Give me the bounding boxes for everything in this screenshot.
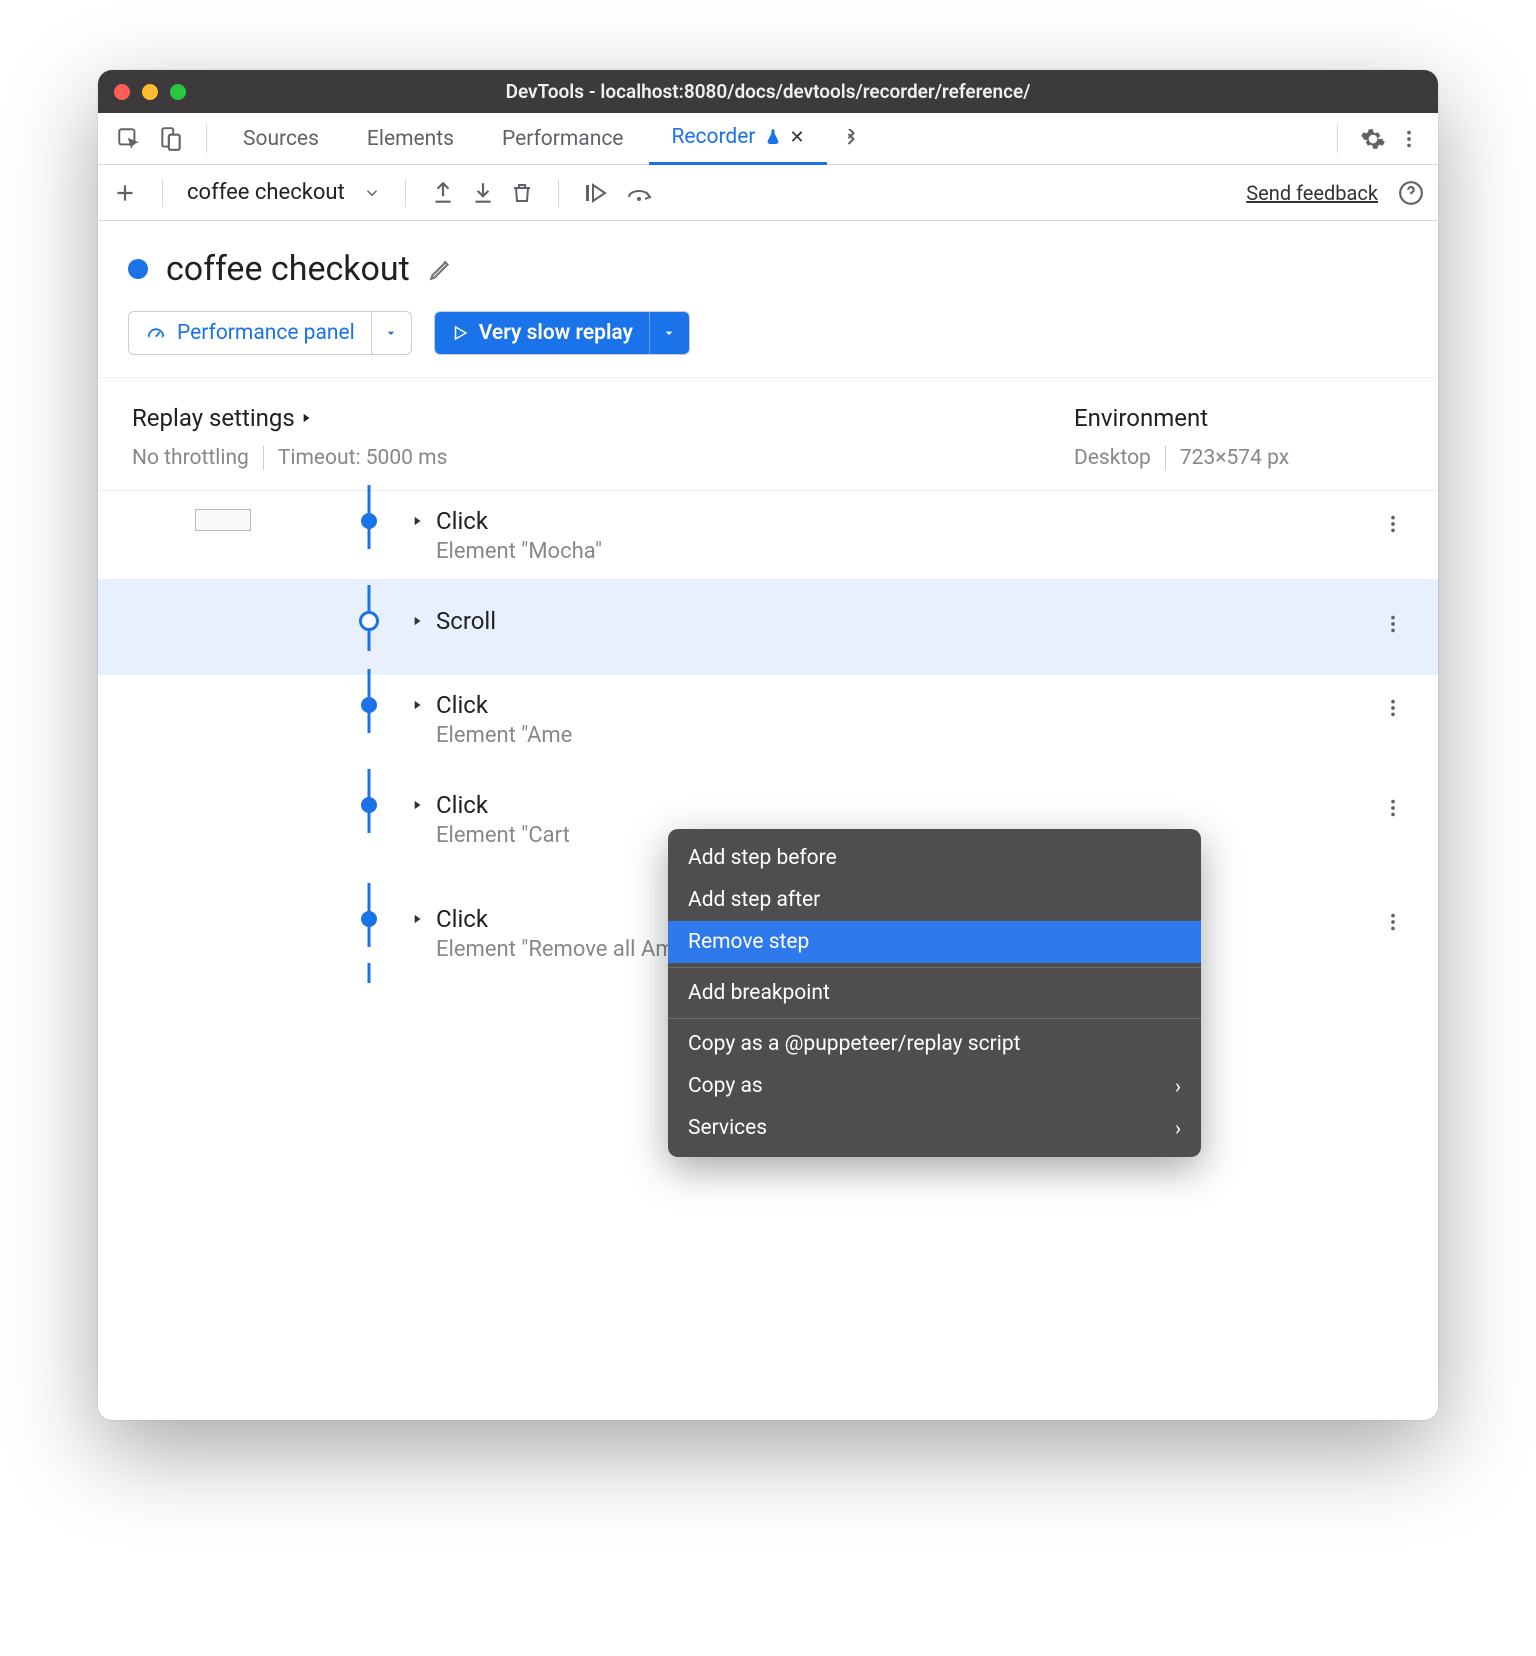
devtools-window: DevTools - localhost:8080/docs/devtools/… <box>98 70 1438 1420</box>
divider <box>162 179 163 207</box>
tab-elements[interactable]: Elements <box>345 113 476 165</box>
settings-row: Replay settings No throttling Timeout: 5… <box>98 378 1438 491</box>
step-over-icon[interactable] <box>625 181 655 205</box>
ctx-add-before[interactable]: Add step before <box>668 837 1201 879</box>
recording-dropdown[interactable]: coffee checkout <box>187 180 381 205</box>
play-icon <box>451 324 469 342</box>
ctx-add-breakpoint[interactable]: Add breakpoint <box>668 972 1201 1014</box>
step-row[interactable]: Click Element "Mocha" <box>98 491 1438 579</box>
context-menu: Add step before Add step after Remove st… <box>668 829 1201 1157</box>
delete-icon[interactable] <box>510 181 534 205</box>
devtools-tabs: Sources Elements Performance Recorder ✕ <box>98 113 1438 165</box>
environment-heading: Environment <box>1074 404 1404 432</box>
settings-icon[interactable] <box>1360 126 1386 152</box>
close-icon[interactable]: ✕ <box>790 127 805 148</box>
chevron-down-icon[interactable] <box>371 312 411 354</box>
ctx-copy-as[interactable]: Copy as › <box>668 1065 1201 1107</box>
step-subtitle: Element "Ame <box>436 723 1368 748</box>
divider <box>263 446 264 470</box>
divider <box>405 179 406 207</box>
step-play-icon[interactable] <box>583 181 611 205</box>
caret-right-icon <box>410 614 424 628</box>
tab-label: Performance <box>502 127 623 151</box>
edit-icon[interactable] <box>428 256 454 282</box>
chevron-down-icon[interactable] <box>649 312 689 354</box>
replay-settings-heading[interactable]: Replay settings <box>132 404 1074 432</box>
chevron-right-icon: › <box>1175 1074 1181 1098</box>
divider <box>1337 125 1338 153</box>
divider <box>206 125 207 153</box>
device-value: Desktop <box>1074 446 1151 470</box>
add-icon[interactable] <box>112 180 138 206</box>
recording-title: coffee checkout <box>166 249 410 289</box>
divider <box>668 967 1201 968</box>
caret-right-icon <box>410 514 424 528</box>
dimensions-value: 723×574 px <box>1180 446 1289 470</box>
tab-recorder[interactable]: Recorder ✕ <box>649 113 826 165</box>
tab-performance[interactable]: Performance <box>480 113 645 165</box>
timeout-value: Timeout: 5000 ms <box>278 446 448 470</box>
export-icon[interactable] <box>430 180 456 206</box>
gauge-icon <box>145 322 167 344</box>
recording-dot-icon <box>128 259 148 279</box>
step-thumbnail <box>195 509 251 531</box>
tab-label: Sources <box>243 127 319 151</box>
import-icon[interactable] <box>470 180 496 206</box>
tab-label: Elements <box>367 127 454 151</box>
flask-icon <box>764 128 782 146</box>
tab-label: Recorder <box>671 125 755 149</box>
step-row[interactable]: Scroll <box>98 579 1438 675</box>
throttling-value: No throttling <box>132 446 249 470</box>
send-feedback-link[interactable]: Send feedback <box>1246 181 1378 205</box>
step-title: Click <box>436 507 488 535</box>
step-menu-icon[interactable] <box>1368 789 1418 819</box>
performance-panel-button[interactable]: Performance panel <box>128 311 412 355</box>
traffic-lights <box>114 84 186 100</box>
titlebar: DevTools - localhost:8080/docs/devtools/… <box>98 70 1438 113</box>
maximize-window-button[interactable] <box>170 84 186 100</box>
caret-right-icon <box>299 411 313 425</box>
caret-right-icon <box>410 912 424 926</box>
divider <box>558 179 559 207</box>
recording-header: coffee checkout Performance panel Very s… <box>98 221 1438 378</box>
device-toggle-icon[interactable] <box>158 126 184 152</box>
help-icon[interactable] <box>1398 180 1424 206</box>
caret-right-icon <box>410 798 424 812</box>
divider <box>668 1018 1201 1019</box>
ctx-remove-step[interactable]: Remove step <box>668 921 1201 963</box>
step-title: Click <box>436 691 488 719</box>
ctx-services[interactable]: Services › <box>668 1107 1201 1149</box>
chevron-down-icon <box>363 184 381 202</box>
step-title: Click <box>436 791 488 819</box>
more-tabs-icon[interactable] <box>831 129 871 149</box>
step-menu-icon[interactable] <box>1368 689 1418 719</box>
window-title: DevTools - localhost:8080/docs/devtools/… <box>98 80 1438 103</box>
step-menu-icon[interactable] <box>1368 605 1418 635</box>
replay-button[interactable]: Very slow replay <box>434 311 690 355</box>
chevron-right-icon: › <box>1175 1116 1181 1140</box>
button-label: Very slow replay <box>479 321 633 345</box>
inspect-icon[interactable] <box>116 126 142 152</box>
minimize-window-button[interactable] <box>142 84 158 100</box>
ctx-add-after[interactable]: Add step after <box>668 879 1201 921</box>
ctx-copy-puppeteer[interactable]: Copy as a @puppeteer/replay script <box>668 1023 1201 1065</box>
step-menu-icon[interactable] <box>1368 903 1418 933</box>
recording-name: coffee checkout <box>187 180 345 205</box>
caret-right-icon <box>410 698 424 712</box>
recorder-toolbar: coffee checkout Send feedback <box>98 165 1438 221</box>
step-title: Click <box>436 905 488 933</box>
divider <box>1165 446 1166 470</box>
button-label: Performance panel <box>177 321 355 345</box>
tab-sources[interactable]: Sources <box>221 113 341 165</box>
step-menu-icon[interactable] <box>1368 505 1418 535</box>
kebab-icon[interactable] <box>1398 128 1420 150</box>
close-window-button[interactable] <box>114 84 130 100</box>
step-title: Scroll <box>436 607 496 635</box>
step-row[interactable]: Click Element "Ame <box>98 675 1438 763</box>
step-subtitle: Element "Mocha" <box>436 539 1368 564</box>
